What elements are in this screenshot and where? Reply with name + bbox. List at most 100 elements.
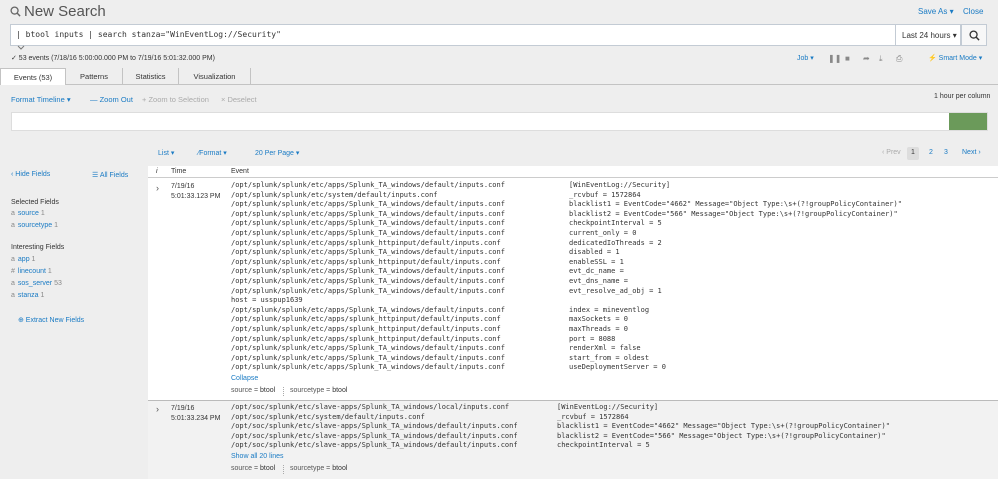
tab-events[interactable]: Events (53): [0, 68, 66, 86]
field-item[interactable]: a sourcetype 1: [11, 222, 61, 229]
event-time[interactable]: 7/19/16 5:01:33.234 PM: [171, 404, 220, 424]
event-line-path: /opt/splunk/splunk/etc/system/default/in…: [231, 190, 438, 199]
field-name[interactable]: stanza: [18, 292, 39, 299]
event-line-path: /opt/soc/splunk/etc/slave-apps/Splunk_TA…: [231, 441, 518, 450]
event-column-header[interactable]: Event: [231, 168, 249, 175]
event-line-value: [WinEventLog://Security]: [569, 181, 671, 189]
selected-fields-heading: Selected Fields: [11, 199, 59, 206]
event-line-path: /opt/splunk/splunk/etc/apps/Splunk_TA_wi…: [231, 200, 505, 209]
event-line-value: blacklist1 = EventCode="4662" Message="O…: [557, 422, 890, 431]
event-line-value: evt_resolve_ad_obj = 1: [569, 286, 662, 295]
extract-new-fields-button[interactable]: ⊕ Extract New Fields: [18, 316, 84, 324]
show-all-lines-link[interactable]: Show all 20 lines: [231, 452, 284, 462]
source-value[interactable]: btool: [260, 465, 275, 472]
search-icon: [969, 30, 980, 41]
prev-page-button[interactable]: ‹ Prev: [878, 147, 905, 160]
field-type-icon: a: [11, 292, 15, 299]
event-time[interactable]: 7/19/16 5:01:33.123 PM: [171, 182, 220, 202]
search-button[interactable]: [961, 24, 987, 46]
field-name[interactable]: linecount: [18, 268, 46, 275]
table-header: i Time Event: [148, 166, 998, 178]
event-date: 7/19/16: [171, 405, 195, 412]
chevron-right-icon[interactable]: ›: [156, 183, 159, 193]
field-count: 1: [47, 268, 52, 275]
source-field[interactable]: source = btool: [231, 387, 275, 394]
event-line-value: disabled = 1: [569, 248, 620, 257]
field-item[interactable]: a sos_server 53: [11, 280, 65, 287]
format-timeline-menu[interactable]: Format Timeline ▾: [11, 95, 71, 104]
page-2-button[interactable]: 2: [925, 147, 937, 160]
field-name[interactable]: source: [18, 210, 39, 217]
event-date: 7/19/16: [171, 183, 195, 190]
field-name[interactable]: sourcetype: [18, 222, 52, 229]
sourcetype-field[interactable]: sourcetype = btool: [290, 387, 347, 394]
job-menu[interactable]: Job ▾: [797, 54, 814, 62]
format-menu[interactable]: ⁄Format ▾: [198, 149, 227, 157]
search-mode-menu[interactable]: ⚡ Smart Mode ▾: [928, 54, 982, 62]
all-fields-button[interactable]: ☰ All Fields: [92, 171, 128, 179]
page-3-button[interactable]: 3: [940, 147, 952, 160]
zoom-to-selection-button[interactable]: + Zoom to Selection: [142, 95, 209, 104]
field-name[interactable]: sos_server: [18, 280, 52, 287]
time-column-header[interactable]: Time: [171, 168, 186, 175]
pause-icon[interactable]: ❚❚: [828, 54, 841, 63]
per-page-menu[interactable]: 20 Per Page ▾: [255, 149, 299, 157]
chevron-down-icon[interactable]: [16, 45, 26, 51]
save-as-menu[interactable]: Save As ▾: [918, 7, 954, 16]
tab-visualization[interactable]: Visualization: [179, 68, 251, 85]
time-range-picker[interactable]: Last 24 hours ▾: [896, 24, 961, 46]
timeline-bucket-bar[interactable]: [949, 113, 987, 130]
close-link[interactable]: Close: [963, 7, 983, 16]
tab-statistics[interactable]: Statistics: [123, 68, 179, 85]
sourcetype-value[interactable]: btool: [332, 387, 347, 394]
source-value[interactable]: btool: [260, 387, 275, 394]
event-line-value: dedicatedIoThreads = 2: [569, 238, 662, 247]
field-item[interactable]: a stanza 1: [11, 292, 47, 299]
event-line-path: /opt/splunk/splunk/etc/apps/Splunk_TA_wi…: [231, 277, 505, 285]
field-item[interactable]: # linecount 1: [11, 268, 55, 275]
stop-icon[interactable]: ■: [845, 54, 850, 63]
collapse-link[interactable]: Collapse: [231, 374, 258, 384]
deselect-button[interactable]: × Deselect: [221, 95, 257, 104]
page-1-button[interactable]: 1: [907, 147, 919, 160]
field-count: 1: [31, 256, 36, 263]
divider: [283, 387, 284, 396]
event-line-value: checkpointInterval = 5: [557, 441, 650, 450]
event-line-path: /opt/splunk/splunk/etc/apps/Splunk_TA_wi…: [231, 248, 505, 257]
sourcetype-field[interactable]: sourcetype = btool: [290, 465, 347, 472]
table-row: › 7/19/16 5:01:33.123 PM /opt/splunk/spl…: [148, 179, 998, 400]
search-bar[interactable]: | btool inputs | search stanza="WinEvent…: [10, 24, 896, 46]
timeline-chart[interactable]: [11, 112, 988, 131]
source-field[interactable]: source = btool: [231, 465, 275, 472]
search-query[interactable]: | btool inputs | search stanza="WinEvent…: [16, 30, 281, 39]
event-line-value: enableSSL = 1: [569, 257, 624, 266]
export-icon[interactable]: ⤓: [879, 54, 883, 64]
field-item[interactable]: a app 1: [11, 256, 38, 263]
event-line-value: start_from = oldest: [569, 353, 650, 362]
event-line-value: _rcvbuf = 1572864: [557, 412, 629, 421]
event-line-path: /opt/splunk/splunk/etc/apps/splunk_httpi…: [231, 325, 501, 333]
event-line-value: useDeploymentServer = 0: [569, 363, 666, 372]
field-count: 53: [54, 280, 62, 287]
tab-patterns[interactable]: Patterns: [66, 68, 123, 85]
field-count: 1: [40, 210, 45, 217]
hide-fields-button[interactable]: ‹ Hide Fields: [11, 171, 50, 178]
print-icon[interactable]: ⎙: [896, 54, 902, 64]
event-line-value: renderXml = false: [569, 344, 641, 353]
chevron-right-icon[interactable]: ›: [156, 404, 159, 414]
field-item[interactable]: a source 1: [11, 210, 48, 217]
event-line-value: blacklist2 = EventCode="566" Message="Ob…: [569, 209, 898, 218]
sourcetype-value[interactable]: btool: [332, 465, 347, 472]
field-name[interactable]: app: [18, 256, 30, 263]
zoom-out-button[interactable]: — Zoom Out: [90, 95, 133, 104]
sourcetype-label: sourcetype =: [290, 465, 333, 472]
list-view-menu[interactable]: List ▾: [158, 149, 174, 157]
event-line-value: current_only = 0: [569, 229, 637, 237]
event-line-value: _rcvbuf = 1572864: [569, 190, 641, 199]
next-page-button[interactable]: Next ›: [958, 147, 985, 160]
event-line-value: checkpointInterval = 5: [569, 219, 662, 228]
event-line-path: /opt/splunk/splunk/etc/apps/Splunk_TA_wi…: [231, 353, 505, 362]
event-line-path: /opt/splunk/splunk/etc/apps/Splunk_TA_wi…: [231, 267, 505, 276]
timeline-scale-label: 1 hour per column: [934, 93, 991, 100]
share-icon[interactable]: ➦: [863, 54, 870, 63]
